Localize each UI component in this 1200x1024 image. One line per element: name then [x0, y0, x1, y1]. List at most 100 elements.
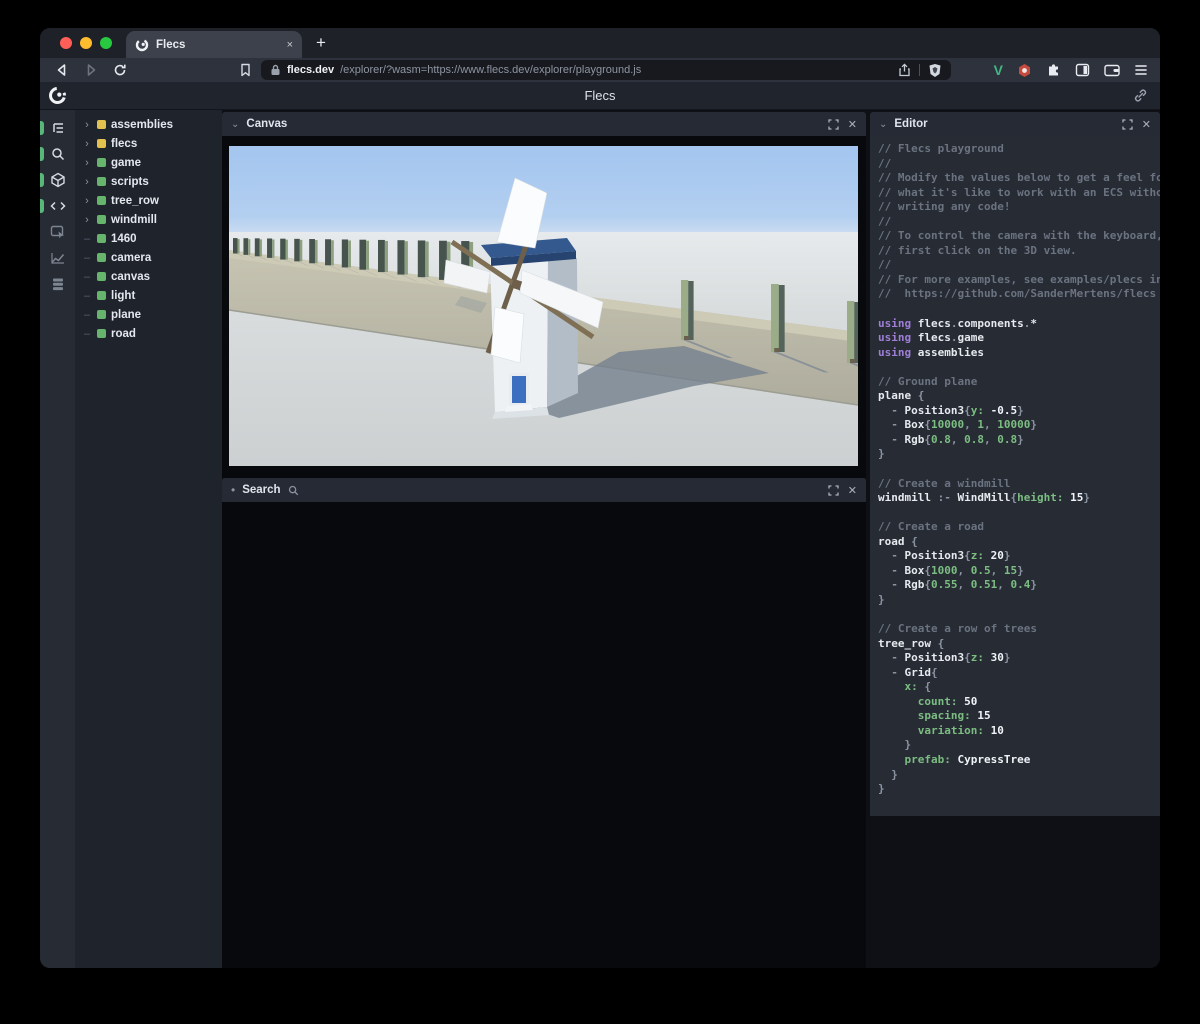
tree-item-road[interactable]: – road [75, 324, 222, 343]
app-body: › assemblies › flecs › game › scripts › tree_row ›… [40, 110, 1160, 968]
code-editor[interactable]: // Flecs playground//// Modify the value… [870, 136, 1160, 816]
expand-icon[interactable] [1122, 118, 1133, 130]
code-line: using assemblies [878, 345, 984, 359]
chart-icon [50, 253, 64, 264]
entity-label: tree_row [111, 194, 159, 207]
extensions-puzzle-icon[interactable] [1046, 63, 1061, 78]
close-icon[interactable]: ✕ [848, 484, 857, 497]
close-window-button[interactable] [60, 37, 72, 49]
tree-icon [52, 123, 63, 133]
share-icon[interactable] [898, 63, 911, 77]
chevron-down-icon[interactable]: ⌄ [879, 119, 887, 130]
rail-item-chart-icon[interactable] [40, 250, 75, 266]
close-icon[interactable]: ✕ [1142, 118, 1151, 131]
window-controls [40, 37, 122, 58]
code-line: - Rgb{0.8, 0.8, 0.8} [878, 432, 1024, 446]
sidebar-toggle-icon[interactable] [1075, 63, 1090, 77]
menu-icon[interactable] [1134, 64, 1148, 76]
browser-tab[interactable]: Flecs × [126, 31, 302, 58]
search-icon [51, 148, 64, 161]
browser-tab-bar: Flecs × + [40, 28, 1160, 58]
expand-chevron-icon[interactable]: › [82, 195, 92, 206]
code-line: // Create a windmill [878, 476, 1011, 490]
cube-icon [50, 172, 65, 188]
entity-label: game [111, 156, 142, 169]
bookmark-icon[interactable] [237, 62, 253, 78]
code-line: using flecs.components.* [878, 316, 1037, 330]
tree-item-canvas[interactable]: – canvas [75, 267, 222, 286]
entity-color-square [97, 253, 106, 262]
url-path: /explorer/?wasm=https://www.flecs.dev/ex… [340, 64, 642, 76]
expand-icon[interactable] [828, 484, 839, 496]
code-line: road { [878, 534, 918, 548]
rail-item-search-icon[interactable] [40, 146, 75, 162]
address-bar[interactable]: flecs.dev/explorer/?wasm=https://www.fle… [261, 60, 951, 80]
extension-hexagon-icon[interactable] [1017, 63, 1032, 78]
left-icon-rail [40, 110, 75, 968]
code-line: - Box{1000, 0.5, 15} [878, 563, 1024, 577]
code-icon [49, 201, 66, 211]
browser-window: Flecs × + flecs.dev /explorer/?wasm=http… [40, 28, 1160, 968]
entity-color-square [97, 215, 106, 224]
close-icon[interactable]: ✕ [848, 118, 857, 131]
desktop: Flecs × + flecs.dev /explorer/?wasm=http… [0, 0, 1200, 1024]
canvas-panel-title: Canvas [246, 118, 288, 130]
code-line: - Box{10000, 1, 10000} [878, 418, 1037, 432]
code-line: - Rgb{0.55, 0.51, 0.4} [878, 578, 1037, 592]
editor-panel-header[interactable]: ⌄ Editor ✕ [870, 112, 1160, 136]
leaf-dash-icon: – [83, 327, 91, 340]
back-button[interactable] [54, 62, 70, 78]
rail-item-tree-icon[interactable] [40, 120, 75, 136]
entity-tree-panel: › assemblies › flecs › game › scripts › tree_row ›… [75, 110, 222, 968]
rail-item-inspector-icon[interactable] [40, 224, 75, 240]
minimize-window-button[interactable] [80, 37, 92, 49]
chevron-down-icon[interactable]: ⌄ [231, 119, 239, 130]
expand-icon[interactable] [828, 118, 839, 130]
entity-label: flecs [111, 137, 138, 150]
tree-item-windmill[interactable]: › windmill [75, 210, 222, 229]
zoom-window-button[interactable] [100, 37, 112, 49]
link-icon[interactable] [1133, 88, 1148, 103]
code-line: // what it's like to work with an ECS wi… [878, 185, 1160, 199]
rail-item-rows-icon[interactable] [40, 276, 75, 292]
expand-chevron-icon[interactable]: › [82, 176, 92, 187]
3d-viewport[interactable] [229, 146, 858, 466]
forward-button[interactable] [83, 62, 99, 78]
brave-shield-icon[interactable] [928, 63, 942, 78]
vue-devtools-icon[interactable]: V [994, 62, 1003, 78]
code-line: // For more examples, see examples/plecs… [878, 272, 1160, 286]
entity-label: scripts [111, 175, 149, 188]
leaf-dash-icon: – [83, 289, 91, 302]
entity-color-square [97, 329, 106, 338]
tree-item-game[interactable]: › game [75, 153, 222, 172]
search-panel-header[interactable]: • Search ✕ [222, 478, 866, 502]
entity-color-square [97, 139, 106, 148]
new-tab-button[interactable]: + [316, 33, 326, 53]
tree-item-flecs[interactable]: › flecs [75, 134, 222, 153]
rail-item-code-icon[interactable] [40, 198, 75, 214]
canvas-panel-body [222, 136, 866, 478]
collapsed-bullet-icon[interactable]: • [231, 483, 235, 497]
rail-item-cube-icon[interactable] [40, 172, 75, 188]
tree-item-camera[interactable]: – camera [75, 248, 222, 267]
tab-close-icon[interactable]: × [287, 39, 293, 51]
expand-chevron-icon[interactable]: › [82, 119, 92, 130]
expand-chevron-icon[interactable]: › [82, 157, 92, 168]
reload-button[interactable] [112, 62, 128, 78]
code-line: count: 50 [917, 694, 978, 708]
entity-color-square [97, 196, 106, 205]
expand-chevron-icon[interactable]: › [82, 138, 92, 149]
tree-item-1460[interactable]: – 1460 [75, 229, 222, 248]
expand-chevron-icon[interactable]: › [82, 214, 92, 225]
tree-item-assemblies[interactable]: › assemblies [75, 115, 222, 134]
wallet-icon[interactable] [1104, 64, 1120, 77]
tree-item-plane[interactable]: – plane [75, 305, 222, 324]
tree-item-scripts[interactable]: › scripts [75, 172, 222, 191]
canvas-panel-header[interactable]: ⌄ Canvas ✕ [222, 112, 866, 136]
tree-item-tree_row[interactable]: › tree_row [75, 191, 222, 210]
code-line: // writing any code! [878, 200, 1011, 214]
tab-title: Flecs [156, 38, 186, 51]
tree-item-light[interactable]: – light [75, 286, 222, 305]
